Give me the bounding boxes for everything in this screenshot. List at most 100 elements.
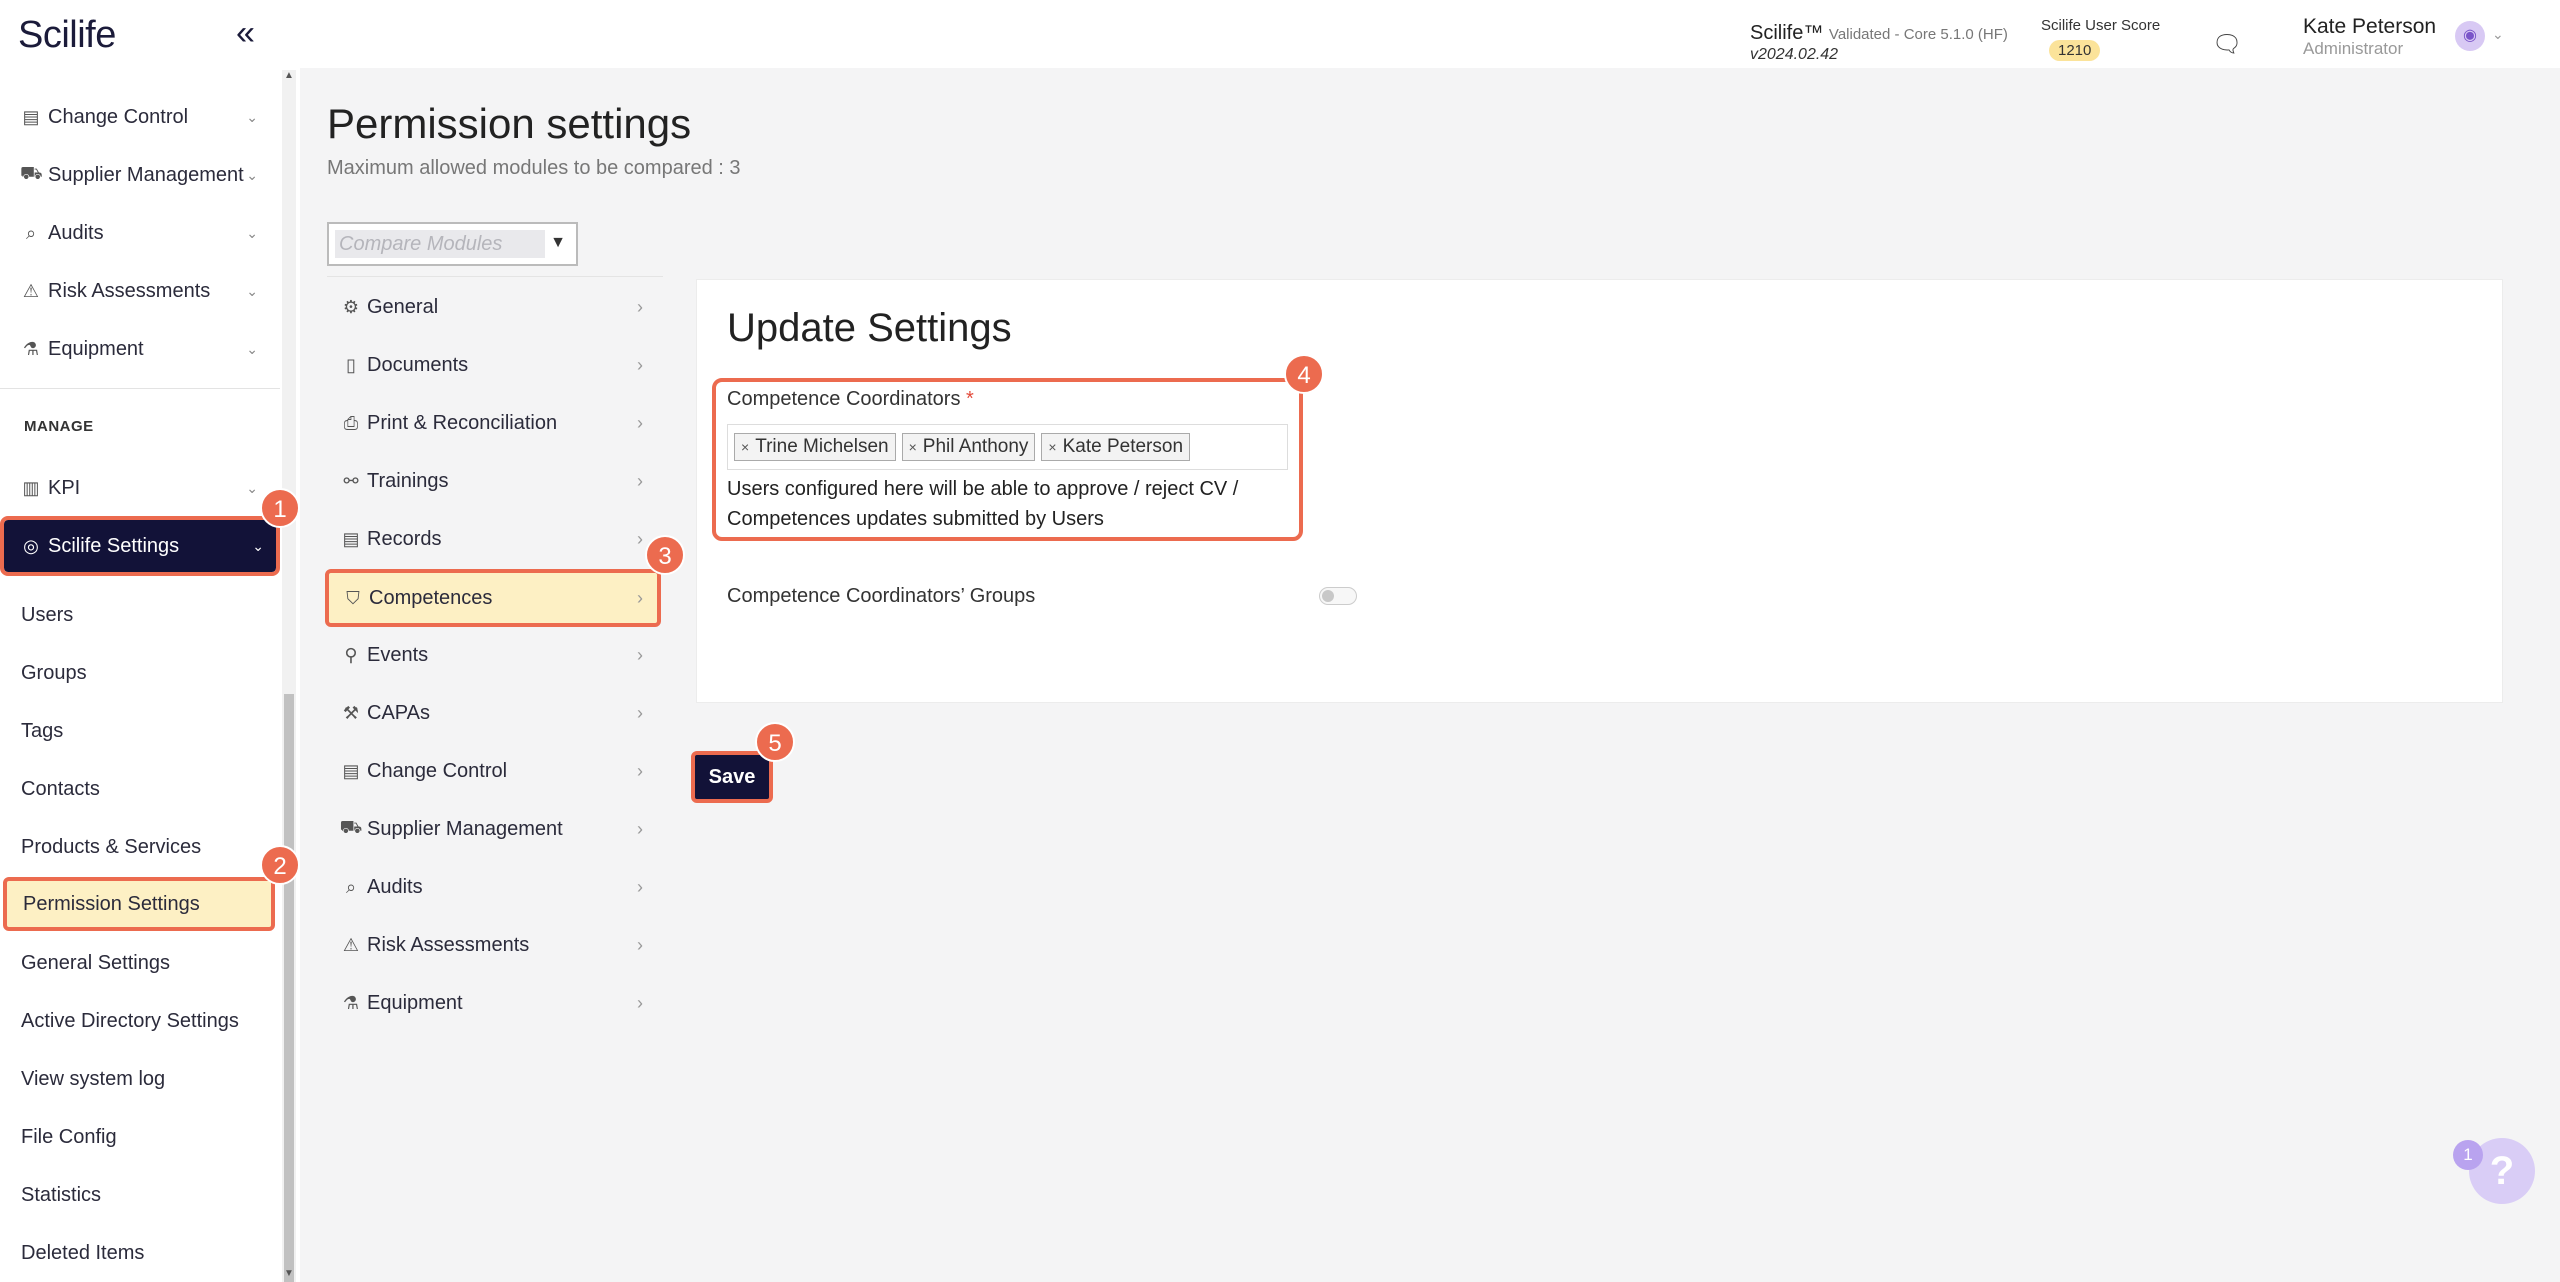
- nav-item-label: CAPAs: [367, 701, 430, 724]
- sidebar-module-scilife-settings[interactable]: ◎ Scilife Settings ⌄: [0, 516, 280, 576]
- competence-coordinators-help: Users configured here will be able to ap…: [727, 478, 1239, 530]
- scroll-up-arrow-icon[interactable]: ▲: [282, 70, 296, 84]
- audits-icon: ⌕: [345, 876, 357, 897]
- equipment-icon: ⚗: [342, 992, 360, 1013]
- competence-coordinators-input[interactable]: × Trine Michelsen × Phil Anthony × Kate …: [727, 424, 1288, 470]
- user-score-badge: 1210: [2049, 40, 2101, 61]
- coordinator-tag: × Trine Michelsen: [734, 433, 896, 461]
- records-icon: ▤: [342, 528, 360, 549]
- nav-item-records[interactable]: ▤ Records ›: [327, 512, 657, 566]
- sidebar-item-file-config[interactable]: File Config: [0, 1110, 276, 1164]
- change-control-icon: ▤: [22, 106, 40, 127]
- nav-item-label: Equipment: [367, 991, 463, 1014]
- collapse-sidebar-icon[interactable]: «: [236, 14, 255, 53]
- nav-item-label: Audits: [367, 875, 423, 898]
- document-icon: ▯: [346, 354, 356, 375]
- card-title: Update Settings: [727, 306, 1012, 350]
- sidebar-item-users[interactable]: Users: [0, 588, 276, 642]
- sidebar-module-change-control[interactable]: ▤ Change Control ⌄: [0, 92, 270, 142]
- remove-tag-icon[interactable]: ×: [1048, 439, 1056, 455]
- nav-item-competences[interactable]: ⛉ Competences ›: [325, 569, 661, 627]
- compare-modules-placeholder: Compare Modules: [335, 230, 545, 258]
- sidebar-item-products-services[interactable]: Products & Services: [0, 820, 276, 874]
- capas-icon: ⚒: [342, 702, 360, 723]
- chevron-right-icon: ›: [637, 818, 643, 839]
- scrollbar-thumb[interactable]: [284, 694, 294, 1282]
- sidebar-module-kpi[interactable]: ▥ KPI ⌄: [0, 463, 270, 513]
- sidebar: Scilife « ▤ Change Control ⌄ ⛟ Supplier …: [0, 0, 300, 1282]
- nav-item-events[interactable]: ⚲ Events ›: [327, 628, 657, 682]
- nav-item-label: Competences: [369, 586, 493, 609]
- print-icon: ⎙: [343, 412, 359, 433]
- sidebar-item-deleted-items[interactable]: Deleted Items: [0, 1226, 276, 1280]
- sidebar-module-label: Scilife Settings: [48, 534, 180, 557]
- equipment-icon: ⚗: [22, 338, 40, 359]
- scroll-down-arrow-icon[interactable]: ▼: [282, 1268, 296, 1282]
- coordinator-tag-label: Kate Peterson: [1062, 436, 1184, 457]
- user-menu-chevron-icon[interactable]: ⌄: [2492, 26, 2504, 43]
- nav-item-documents[interactable]: ▯ Documents ›: [327, 338, 657, 392]
- nav-item-supplier-management[interactable]: ⛟ Supplier Management ›: [327, 802, 657, 856]
- chevron-right-icon: ›: [637, 992, 643, 1013]
- sidebar-module-risk-assessments[interactable]: ⚠ Risk Assessments ⌄: [0, 266, 270, 316]
- coordinator-tag: × Phil Anthony: [901, 433, 1036, 461]
- user-name[interactable]: Kate Peterson: [2303, 15, 2436, 39]
- chevron-right-icon: ›: [637, 470, 643, 491]
- nav-item-change-control[interactable]: ▤ Change Control ›: [327, 744, 657, 798]
- sidebar-item-general-settings[interactable]: General Settings: [0, 936, 276, 990]
- nav-item-equipment[interactable]: ⚗ Equipment ›: [327, 976, 657, 1030]
- competence-coordinators-label: Competence Coordinators *: [727, 388, 974, 411]
- callout-badge-4: 4: [1284, 354, 1324, 394]
- nav-item-general[interactable]: ⚙ General ›: [327, 280, 657, 334]
- kpi-icon: ▥: [22, 477, 40, 498]
- nav-item-label: Events: [367, 643, 429, 666]
- nav-item-audits[interactable]: ⌕ Audits ›: [327, 860, 657, 914]
- nav-item-label: Trainings: [367, 469, 449, 492]
- sidebar-item-statistics[interactable]: Statistics: [0, 1168, 276, 1222]
- sidebar-item-permission-settings[interactable]: Permission Settings: [3, 877, 275, 931]
- chevron-right-icon: ›: [637, 644, 643, 665]
- section-title-manage: MANAGE: [24, 418, 94, 435]
- sidebar-item-groups[interactable]: Groups: [0, 646, 276, 700]
- sidebar-module-label: KPI: [48, 476, 81, 499]
- chevron-down-icon: ⌄: [246, 479, 258, 496]
- chevron-down-icon: ⌄: [252, 537, 264, 554]
- remove-tag-icon[interactable]: ×: [909, 439, 917, 455]
- sidebar-module-label: Audits: [48, 221, 104, 244]
- nav-item-print-reconciliation[interactable]: ⎙ Print & Reconciliation ›: [327, 396, 657, 450]
- sidebar-module-equipment[interactable]: ⚗ Equipment ⌄: [0, 324, 270, 374]
- page-title: Permission settings: [327, 100, 692, 147]
- coordinators-groups-toggle[interactable]: [1319, 587, 1357, 605]
- sidebar-item-view-system-log[interactable]: View system log: [0, 1052, 276, 1106]
- nav-item-trainings[interactable]: ⚯ Trainings ›: [327, 454, 657, 508]
- sidebar-module-supplier-management[interactable]: ⛟ Supplier Management ⌄: [0, 150, 270, 200]
- avatar[interactable]: ◉: [2455, 21, 2485, 51]
- nav-item-label: Records: [367, 527, 442, 550]
- user-score-label: Scilife User Score: [2041, 17, 2161, 34]
- callout-badge-1: 1: [260, 488, 300, 528]
- risk-icon: ⚠: [342, 934, 360, 955]
- sidebar-module-label: Supplier Management: [48, 163, 244, 186]
- compare-modules-select[interactable]: Compare Modules ▼: [327, 222, 578, 266]
- page-subtitle: Maximum allowed modules to be compared :…: [327, 157, 741, 179]
- sidebar-scrollbar[interactable]: ▲ ▼: [282, 70, 296, 1282]
- supplier-icon: ⛟: [20, 163, 43, 183]
- sidebar-module-audits[interactable]: ⌕ Audits ⌄: [0, 208, 270, 258]
- save-button[interactable]: Save: [691, 751, 773, 803]
- chat-icon[interactable]: 🗨: [2212, 30, 2242, 59]
- nav-item-capas[interactable]: ⚒ CAPAs ›: [327, 686, 657, 740]
- coordinator-tag-label: Phil Anthony: [922, 436, 1029, 457]
- chevron-right-icon: ›: [637, 760, 643, 781]
- coordinator-tag: × Kate Peterson: [1041, 433, 1191, 461]
- sidebar-item-tags[interactable]: Tags: [0, 704, 276, 758]
- chevron-right-icon: ›: [637, 354, 643, 375]
- sidebar-item-active-directory-settings[interactable]: Active Directory Settings: [0, 994, 276, 1048]
- supplier-icon: ⛟: [339, 817, 363, 837]
- nav-item-risk-assessments[interactable]: ⚠ Risk Assessments ›: [327, 918, 657, 972]
- callout-badge-3: 3: [645, 535, 685, 575]
- dropdown-arrow-icon: ▼: [550, 234, 566, 251]
- chevron-right-icon: ›: [637, 876, 643, 897]
- sidebar-item-contacts[interactable]: Contacts: [0, 762, 276, 816]
- callout-badge-2: 2: [260, 845, 300, 885]
- remove-tag-icon[interactable]: ×: [741, 439, 749, 455]
